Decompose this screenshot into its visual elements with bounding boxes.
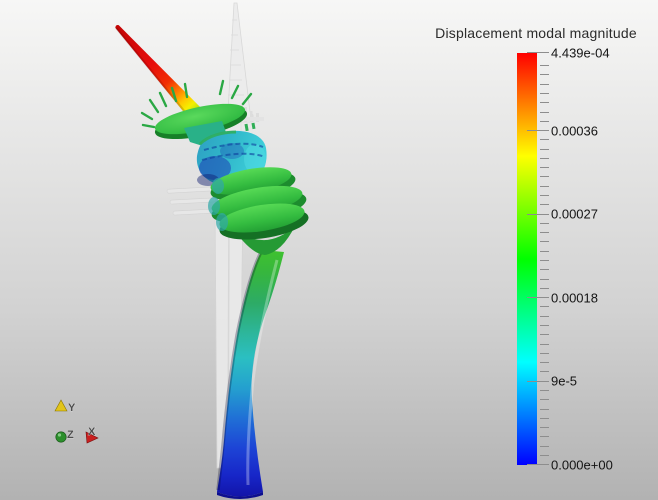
colorbar-minor-tick [540,250,549,252]
colorbar-minor-tick [540,148,549,150]
basket-top-nubs [244,122,256,132]
colorbar-tick-label: 4.439e-04 [551,45,610,61]
z-axis-label: Z [67,429,74,441]
colorbar[interactable] [517,53,537,465]
colorbar-minor-tick [540,417,549,419]
colorbar-minor-tick [540,436,549,438]
colorbar-tick-label: 9e-5 [551,373,578,389]
colorbar-minor-tick [540,139,549,141]
colorbar-major-tick [527,52,549,54]
colorbar-minor-tick [540,185,549,187]
colorbar-minor-tick [540,427,549,429]
x-axis-label: X [88,426,96,438]
z-axis-sphere-highlight [57,433,62,437]
colorbar-minor-tick [540,195,549,197]
colorbar-minor-tick [540,83,549,85]
colorbar-minor-tick [540,74,549,76]
colorbar-title: Displacement modal magnitude [435,25,637,41]
colorbar-minor-tick [540,269,549,271]
colorbar-minor-tick [540,445,549,447]
colorbar-minor-tick [540,343,549,345]
colorbar-minor-tick [540,306,549,308]
colorbar-major-tick [527,464,549,466]
colorbar-minor-tick [540,157,549,159]
orientation-axes-widget: Y Z X [54,399,99,444]
colorbar-minor-tick [540,352,549,354]
colorbar-minor-tick [540,324,549,326]
colorbar-minor-tick [540,260,549,261]
deformed-tower [115,24,309,499]
colorbar-tick-label: 0.00036 [551,123,598,139]
colorbar-minor-tick [540,334,549,336]
colorbar-tick-label: 0.000e+00 [551,457,613,473]
colorbar-minor-tick [540,362,549,364]
colorbar-minor-tick [540,399,549,401]
colorbar-major-tick [527,380,549,382]
render-viewport[interactable]: Y Z X Displacement modal magnitude 4.439… [0,0,658,500]
y-axis-label: Y [68,402,76,414]
colorbar-minor-tick [540,371,549,373]
colorbar-minor-tick [540,176,549,178]
colorbar-minor-tick [540,315,549,317]
colorbar-minor-tick [540,232,549,234]
colorbar-major-tick [527,297,549,299]
colorbar-minor-tick [540,65,549,67]
colorbar-minor-tick [540,167,549,169]
colorbar-major-tick [527,130,549,132]
colorbar-major-tick [527,213,549,215]
colorbar-minor-tick [540,102,549,104]
colorbar-minor-tick [540,241,549,243]
z-axis-sphere [55,431,67,443]
render-scene[interactable]: Y Z X [0,0,658,500]
colorbar-minor-tick [540,408,549,410]
colorbar-tick-label: 0.00027 [551,206,598,222]
colorbar-minor-tick [540,92,549,94]
colorbar-minor-tick [540,389,549,391]
colorbar-minor-tick [540,278,549,280]
colorbar-minor-tick [540,120,549,122]
colorbar-tick-label: 0.00018 [551,290,598,306]
colorbar-minor-tick [540,111,549,113]
y-axis-cone [54,399,68,412]
colorbar-minor-tick [540,454,549,456]
colorbar-minor-tick [540,287,549,289]
colorbar-minor-tick [540,222,549,224]
colorbar-minor-tick [540,204,549,206]
